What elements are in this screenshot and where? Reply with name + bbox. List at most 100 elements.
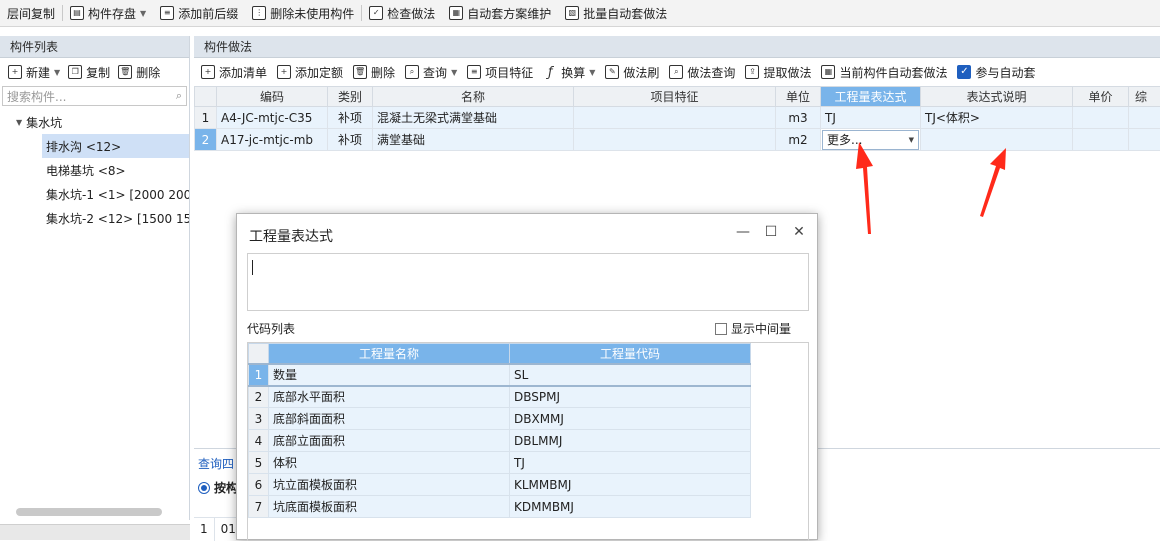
- quantity-code-cell[interactable]: TJ: [510, 452, 751, 474]
- component-list-toolbar: +新建▼ ❐复制 🗑删除: [0, 58, 189, 86]
- row-number: 2: [249, 386, 269, 408]
- quantity-name-cell[interactable]: 数量: [269, 364, 510, 386]
- quantity-name-cell[interactable]: 底部立面面积: [269, 430, 510, 452]
- quantity-name-cell[interactable]: 底部水平面积: [269, 386, 510, 408]
- column-header[interactable]: 单价: [1073, 87, 1129, 107]
- code-row[interactable]: 5体积TJ: [249, 452, 751, 474]
- code-cell[interactable]: A4-JC-mtjc-C35: [217, 107, 328, 129]
- component-list-header: 构件列表: [0, 36, 189, 58]
- horizontal-scrollbar[interactable]: [16, 508, 162, 516]
- expression-cell[interactable]: 更多... ▼: [821, 129, 921, 151]
- new-button[interactable]: +新建▼: [4, 59, 64, 86]
- code-row[interactable]: 2底部水平面积DBSPMJ: [249, 386, 751, 408]
- chevron-down-icon[interactable]: ▼: [909, 136, 914, 144]
- column-header[interactable]: 综: [1129, 87, 1160, 107]
- brush-icon: ✎: [605, 65, 619, 79]
- query-radio[interactable]: 按构: [198, 479, 238, 496]
- quantity-name-cell[interactable]: 体积: [269, 452, 510, 474]
- code-cell[interactable]: A17-jc-mtjc-mb: [217, 129, 328, 151]
- add-quota-button[interactable]: +添加定额: [272, 59, 348, 86]
- quantity-name-cell[interactable]: 坑底面模板面积: [269, 496, 510, 518]
- join-auto-checkbox[interactable]: ✓参与自动套: [952, 59, 1040, 86]
- tree-item[interactable]: 集水坑-1 <1> [2000 2000: [0, 182, 189, 206]
- feature-cell[interactable]: [574, 129, 776, 151]
- code-row[interactable]: 7坑底面模板面积KDMMBMJ: [249, 496, 751, 518]
- price-cell[interactable]: [1073, 107, 1129, 129]
- close-icon[interactable]: ✕: [789, 224, 809, 240]
- expression-dropdown[interactable]: 更多... ▼: [822, 130, 919, 150]
- copy-button[interactable]: ❐复制: [64, 59, 114, 86]
- price-cell[interactable]: [1073, 129, 1129, 151]
- type-cell[interactable]: 补项: [328, 129, 373, 151]
- table-row[interactable]: 1 A4-JC-mtjc-C35 补项 混凝土无梁式满堂基础 m3 TJ TJ<…: [195, 107, 1160, 129]
- convert-button[interactable]: ƒ换算▼: [538, 59, 600, 86]
- column-header[interactable]: 编码: [217, 87, 328, 107]
- save-component-button[interactable]: ▤构件存盘▼: [63, 0, 153, 27]
- tree-node-root[interactable]: ▼集水坑: [0, 110, 189, 134]
- tree-item[interactable]: 电梯基坑 <8>: [0, 158, 189, 182]
- quantity-code-cell[interactable]: SL: [510, 364, 751, 386]
- batch-auto-icon: ▧: [565, 6, 579, 20]
- delete-button[interactable]: 🗑删除: [114, 59, 164, 86]
- checkbox-checked-icon: ✓: [957, 65, 971, 79]
- quantity-code-cell[interactable]: KLMMBMJ: [510, 474, 751, 496]
- code-row[interactable]: 6坑立面模板面积KLMMBMJ: [249, 474, 751, 496]
- extra-cell[interactable]: [1129, 107, 1160, 129]
- auto-scheme-button[interactable]: ▦自动套方案维护: [442, 0, 558, 27]
- delete-unused-button[interactable]: ⋮删除未使用构件: [245, 0, 361, 27]
- code-row[interactable]: 4底部立面面积DBLMMJ: [249, 430, 751, 452]
- name-cell[interactable]: 混凝土无梁式满堂基础: [373, 107, 574, 129]
- minimize-icon[interactable]: —: [733, 224, 753, 240]
- name-cell[interactable]: 满堂基础: [373, 129, 574, 151]
- column-header[interactable]: 名称: [373, 87, 574, 107]
- extract-method-button[interactable]: ⇪提取做法: [740, 59, 816, 86]
- current-auto-button[interactable]: ▦当前构件自动套做法: [816, 59, 952, 86]
- tree-item[interactable]: 排水沟 <12>: [42, 134, 189, 158]
- type-cell[interactable]: 补项: [328, 107, 373, 129]
- add-affix-button[interactable]: ≡添加前后缀: [153, 0, 245, 27]
- show-intermediate-checkbox[interactable]: 显示中间量: [715, 320, 791, 337]
- quantity-code-cell[interactable]: KDMMBMJ: [510, 496, 751, 518]
- expression-input[interactable]: [247, 253, 809, 311]
- unit-cell[interactable]: m3: [776, 107, 821, 129]
- quantity-code-cell[interactable]: DBXMMJ: [510, 408, 751, 430]
- row-number: 1: [249, 364, 269, 386]
- expand-caret-icon[interactable]: ▼: [16, 118, 22, 127]
- query-button[interactable]: ⌕查询▼: [400, 59, 462, 86]
- code-row[interactable]: 3底部斜面面积DBXMMJ: [249, 408, 751, 430]
- method-brush-button[interactable]: ✎做法刷: [600, 59, 664, 86]
- column-header[interactable]: 表达式说明: [921, 87, 1073, 107]
- check-method-button[interactable]: ✓检查做法: [362, 0, 442, 27]
- quantity-code-cell[interactable]: DBLMMJ: [510, 430, 751, 452]
- feature-button[interactable]: ≡项目特征: [462, 59, 538, 86]
- column-header[interactable]: 单位: [776, 87, 821, 107]
- column-header-expression[interactable]: 工程量表达式: [821, 87, 921, 107]
- maximize-icon[interactable]: ☐: [761, 224, 781, 240]
- unit-cell[interactable]: m2: [776, 129, 821, 151]
- batch-auto-button[interactable]: ▧批量自动套做法: [558, 0, 674, 27]
- component-search-input[interactable]: 搜索构件... ⌕: [2, 86, 187, 106]
- expression-desc-cell[interactable]: TJ<体积>: [921, 107, 1073, 129]
- layer-copy-button[interactable]: 层间复制: [0, 0, 62, 27]
- extra-cell[interactable]: [1129, 129, 1160, 151]
- expression-cell[interactable]: TJ: [821, 107, 921, 129]
- expression-desc-cell[interactable]: [921, 129, 1073, 151]
- row-number: 3: [249, 408, 269, 430]
- query-tab[interactable]: 查询四: [198, 455, 234, 472]
- row-number: 1: [195, 107, 217, 129]
- delete-method-button[interactable]: 🗑删除: [348, 59, 400, 86]
- column-header[interactable]: 工程量代码: [510, 344, 751, 364]
- code-header-row: 工程量名称 工程量代码: [249, 344, 751, 364]
- column-header[interactable]: 工程量名称: [269, 344, 510, 364]
- quantity-name-cell[interactable]: 坑立面模板面积: [269, 474, 510, 496]
- tree-item[interactable]: 集水坑-2 <12> [1500 150: [0, 206, 189, 230]
- add-list-button[interactable]: +添加清单: [196, 59, 272, 86]
- column-header[interactable]: 项目特征: [574, 87, 776, 107]
- method-query-button[interactable]: ⌕做法查询: [664, 59, 740, 86]
- column-header[interactable]: 类别: [328, 87, 373, 107]
- quantity-name-cell[interactable]: 底部斜面面积: [269, 408, 510, 430]
- feature-cell[interactable]: [574, 107, 776, 129]
- quantity-code-cell[interactable]: DBSPMJ: [510, 386, 751, 408]
- code-row[interactable]: 1数量SL: [249, 364, 751, 386]
- table-row[interactable]: 2 A17-jc-mtjc-mb 补项 满堂基础 m2 更多... ▼: [195, 129, 1160, 151]
